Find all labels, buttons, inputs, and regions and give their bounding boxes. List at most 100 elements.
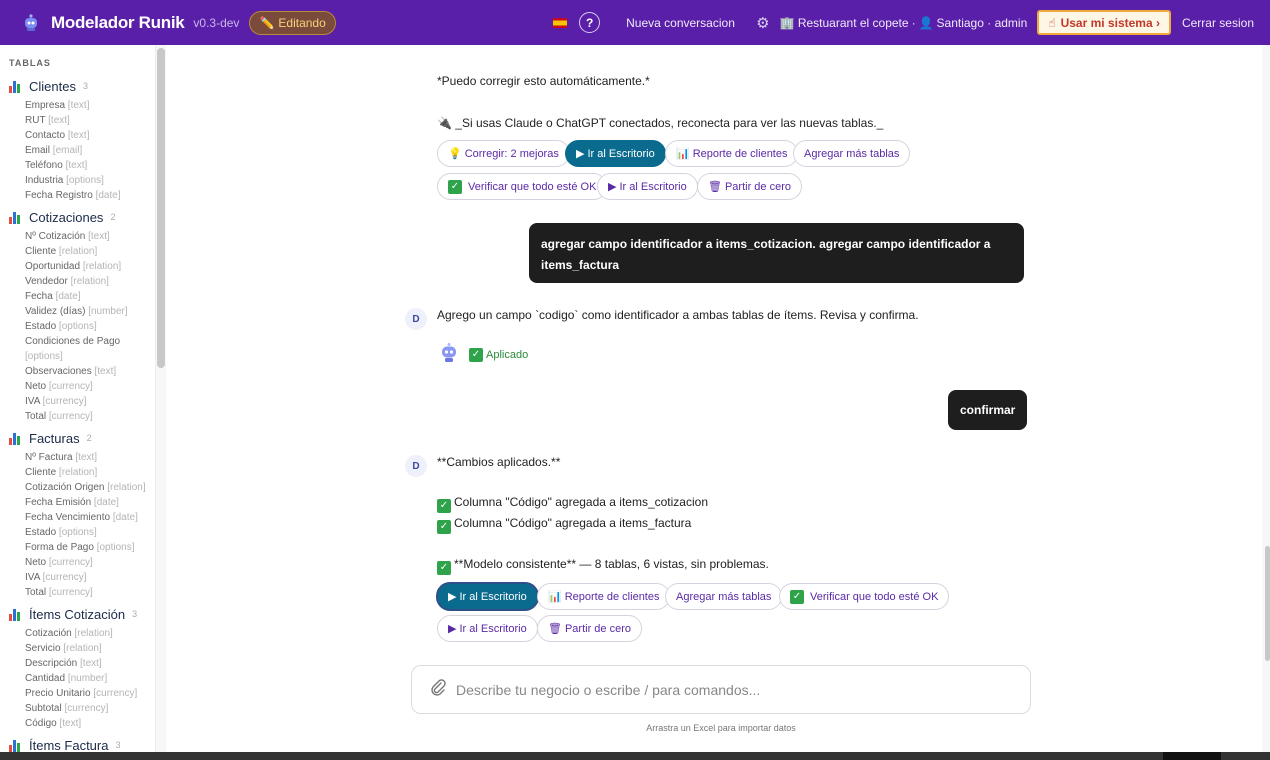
field-type: [relation] [107,482,146,493]
reconnect-note-text: _Si usas Claude o ChatGPT conectados, re… [455,116,884,130]
plug-icon: 🔌 [437,116,452,130]
field-type: [currency] [48,411,93,422]
chat-input[interactable] [456,681,1016,698]
applied-label: Aplicado [486,348,529,361]
chip-fix-improvements[interactable]: 💡 Corregir: 2 mejoras [437,140,570,167]
field-name: RUT [25,115,46,126]
field-name: Servicio [25,643,61,654]
help-button[interactable]: ? [579,12,601,33]
field-name: Email [25,145,51,156]
sidebar-table-header[interactable]: Ítems Cotización 3 [9,605,155,623]
field-name: Código [25,718,57,729]
user-message: confirmar [948,390,1028,430]
chip-label: Verificar que todo esté OK [468,180,597,193]
field-type: [text] [75,452,98,463]
assistant-message: Agrego un campo `codigo` como identifica… [437,308,919,322]
chat-scrollbar[interactable] [1265,546,1270,661]
field-name: Cliente [25,467,57,478]
sidebar-table-header[interactable]: Facturas 2 [9,429,155,447]
logout-link[interactable]: Cerrar sesion [1182,16,1254,30]
bar-chart-icon [9,432,22,445]
field-name: Industria [25,175,64,186]
bar-chart-icon [9,80,22,93]
robot-logo-icon [20,12,42,34]
field-type: [text] [94,366,117,377]
sidebar-table-header[interactable]: Cotizaciones 2 [9,208,155,226]
field-type: [number] [88,306,128,317]
sidebar-table-count: 3 [82,81,88,91]
bar-chart-icon [9,608,22,621]
trash-icon: 🗑 [708,181,722,193]
bottom-strip [0,752,1270,760]
sidebar-field: Oportunidad [relation] [9,259,155,274]
field-type: [currency] [48,557,93,568]
paperclip-icon[interactable] [429,678,447,701]
play-icon: ▶ [608,181,617,193]
header-actions: ? Nueva conversacion ⚙ 🏢 Restuarant el c… [553,0,1270,45]
sidebar-field: Cantidad [number] [9,671,155,686]
play-icon: ▶ [448,623,457,635]
consistency-summary: ✓ **Modelo consistente** — 8 tablas, 6 vi… [437,557,769,575]
consistency-summary-text: **Modelo consistente** — 8 tablas, 6 vis… [454,557,769,571]
field-name: Forma de Pago [25,542,94,553]
field-type: [number] [67,673,108,684]
chip-label: Corregir: 2 mejoras [464,147,559,160]
field-name: Empresa [25,100,66,111]
sidebar-field: Teléfono [text] [9,158,155,173]
chip-go-desktop-2[interactable]: ▶ Ir al Escritorio [437,615,538,642]
field-name: Nº Factura [25,452,73,463]
chip-go-desktop-2[interactable]: ▶ Ir al Escritorio [597,173,698,200]
sidebar-field: Cliente [relation] [9,244,155,259]
sidebar-table: Facturas 2 Nº Factura [text] Cliente [relat… [9,429,155,600]
field-type: [date] [55,291,81,302]
field-type: [date] [95,190,121,201]
check-icon: ✓ [448,179,462,194]
sidebar-field: Neto [currency] [9,379,155,394]
chip-client-report[interactable]: 📊 Reporte de clientes [537,583,671,610]
field-name: Oportunidad [25,261,81,272]
sidebar-table: Clientes 3 Empresa [text] RUT [text] Contact… [9,77,155,203]
assistant-avatar: D [405,308,427,330]
sidebar-scrollbar[interactable] [157,48,165,368]
sidebar-field: Empresa [text] [9,98,155,113]
field-name: Neto [25,381,47,392]
sidebar-table-count: 2 [110,212,116,222]
fix-note: *Puedo corregir esto automáticamente.* [437,74,650,88]
bar-chart-icon: 📊 [676,148,690,160]
sidebar-field: Cotización Origen [relation] [9,480,155,495]
chip-go-desktop[interactable]: ▶ Ir al Escritorio [436,582,539,611]
new-conversation-link[interactable]: Nueva conversacion [626,16,735,30]
bottom-strip-dark [1163,752,1221,760]
version-label: v0.3-dev [193,15,240,30]
chip-verify[interactable]: ✓ Verificar que todo esté OK [437,173,608,200]
field-name: Total [25,587,47,598]
tables-sidebar: TABLAS Clientes 3 Empresa [text] RUT [text]… [0,45,156,760]
chip-verify[interactable]: ✓ Verificar que todo esté OK [779,583,950,610]
sidebar-title: TABLAS [9,58,51,68]
field-type: [text] [88,231,110,242]
field-type: [currency] [93,688,138,699]
chip-label: Partir de cero [724,180,791,193]
sidebar-field: IVA [currency] [9,394,155,409]
sidebar-table-header[interactable]: Clientes 3 [9,77,155,95]
chip-start-over[interactable]: 🗑 Partir de cero [537,615,642,642]
user-message: agregar campo identificador a items_coti… [529,223,1024,283]
spain-flag-icon[interactable] [553,17,568,28]
chip-add-tables[interactable]: Agregar más tablas [665,583,783,610]
gear-icon[interactable]: ⚙ [755,15,771,32]
sidebar-table-count: 3 [115,740,121,750]
chip-go-desktop[interactable]: ▶ Ir al Escritorio [565,140,666,167]
business-selector[interactable]: 🏢 Restuarant el copete · 👤 Santiago · ad… [780,16,1027,30]
chip-add-tables[interactable]: Agregar más tablas [793,140,911,167]
chip-label: Ir al Escritorio [587,147,655,160]
use-system-button[interactable]: ☝ Usar mi sistema › [1037,10,1171,35]
sidebar-field: Estado [options] [9,525,155,540]
sidebar-table: Ítems Cotización 3 Cotización [relation] Se… [9,605,155,731]
bar-chart-icon [9,739,22,752]
chip-client-report[interactable]: 📊 Reporte de clientes [665,140,799,167]
sidebar-field: Servicio [relation] [9,641,155,656]
field-name: Cantidad [25,673,66,684]
chip-start-over[interactable]: 🗑 Partir de cero [697,173,802,200]
field-name: Neto [25,557,47,568]
field-name: Fecha Vencimiento [25,512,111,523]
